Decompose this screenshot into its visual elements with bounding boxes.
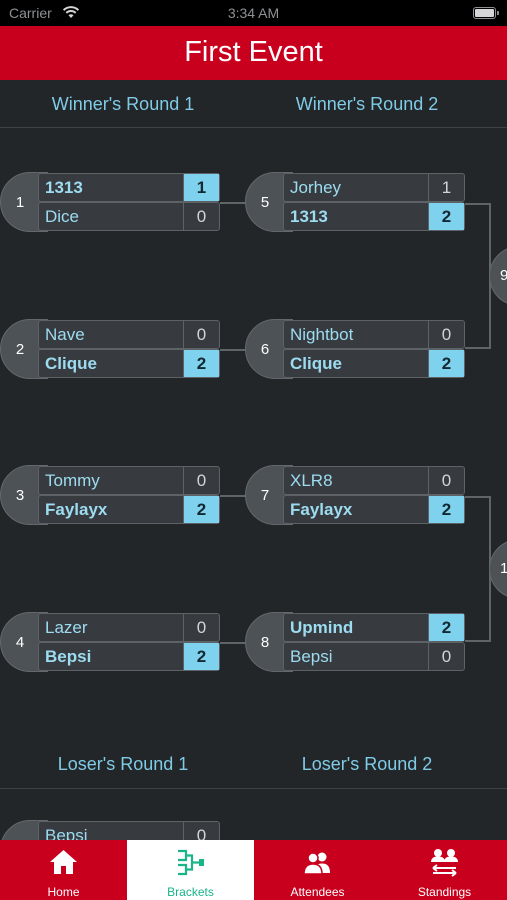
player-score: 2 <box>428 614 464 641</box>
home-icon <box>50 850 77 874</box>
player-name: Clique <box>45 354 97 373</box>
player-score: 2 <box>428 203 464 230</box>
bracket-connector <box>465 496 490 498</box>
bracket-connector <box>220 202 246 204</box>
attendees-icon <box>303 852 330 875</box>
bracket-match-partial[interactable]: 9 <box>489 246 507 306</box>
losers-round-2-header: Loser's Round 2 <box>301 754 433 774</box>
bracket-connector <box>220 495 246 497</box>
player-score: 1 <box>428 174 464 201</box>
match-slot-loser[interactable]: Lazer 0 <box>38 613 220 642</box>
brackets-icon <box>178 849 204 876</box>
bracket-match[interactable]: 1 1313 1 Dice 0 <box>0 172 220 232</box>
player-name: Bepsi <box>45 647 92 666</box>
player-name: Faylayx <box>45 500 108 519</box>
tab-label: Standings <box>417 885 472 899</box>
bracket-connector <box>220 349 246 351</box>
bracket-match[interactable]: 4 Lazer 0 Bepsi 2 <box>0 612 220 672</box>
player-score: 0 <box>428 643 464 670</box>
match-slot-winner[interactable]: Clique 2 <box>283 349 465 378</box>
match-slot-loser[interactable]: Dice 0 <box>38 202 220 231</box>
player-name: Nightbot <box>290 325 354 344</box>
battery-icon <box>473 7 499 19</box>
title-bar: First Event <box>0 26 507 80</box>
player-score: 0 <box>428 321 464 348</box>
match-slot-loser[interactable]: Bepsi 0 <box>283 642 465 671</box>
page-title: First Event <box>184 36 323 68</box>
match-slot-loser[interactable]: Jorhey 1 <box>283 173 465 202</box>
player-score: 1 <box>183 174 219 201</box>
player-name: XLR8 <box>290 471 333 490</box>
status-time: 3:34 AM <box>227 5 280 21</box>
header-divider <box>0 127 507 128</box>
match-number: 9 <box>500 267 507 284</box>
bracket-match-partial[interactable]: 1 <box>489 539 507 599</box>
bracket-connector <box>220 642 246 644</box>
player-name: Jorhey <box>290 178 342 197</box>
player-name: Faylayx <box>290 500 353 519</box>
winners-round-1-header: Winner's Round 1 <box>51 94 195 114</box>
bracket-connector <box>465 640 490 642</box>
bracket-match[interactable]: 6 Nightbot 0 Clique 2 <box>245 319 465 379</box>
match-slot-winner[interactable]: Clique 2 <box>38 349 220 378</box>
bracket-match[interactable]: 5 Jorhey 1 1313 2 <box>245 172 465 232</box>
tab-label: Attendees <box>290 885 345 899</box>
tab-brackets[interactable]: Brackets <box>127 840 254 900</box>
player-score: 0 <box>183 203 219 230</box>
match-slot-loser[interactable]: XLR8 0 <box>283 466 465 495</box>
player-score: 2 <box>183 496 219 523</box>
player-name: Upmind <box>290 618 354 637</box>
bracket-match[interactable]: 2 Nave 0 Clique 2 <box>0 319 220 379</box>
tab-label: Brackets <box>167 885 214 899</box>
player-score: 2 <box>183 350 219 377</box>
tab-label: Home <box>47 885 80 899</box>
player-score: 2 <box>183 643 219 670</box>
player-score: 0 <box>428 467 464 494</box>
player-score: 0 <box>183 321 219 348</box>
bracket-connector <box>465 203 490 205</box>
player-name: Bepsi <box>290 647 333 666</box>
tab-home[interactable]: Home <box>0 840 127 900</box>
tab-standings[interactable]: Standings <box>381 840 507 900</box>
match-slot-winner[interactable]: 1313 1 <box>38 173 220 202</box>
player-score: 2 <box>428 350 464 377</box>
match-slot-loser[interactable]: Nightbot 0 <box>283 320 465 349</box>
player-name: Dice <box>45 207 80 226</box>
player-score: 0 <box>183 614 219 641</box>
match-slot-loser[interactable]: Nave 0 <box>38 320 220 349</box>
player-name: Tommy <box>45 471 100 490</box>
player-name: 1313 <box>290 207 328 226</box>
bracket-match[interactable]: 8 Upmind 2 Bepsi 0 <box>245 612 465 672</box>
match-number: 1 <box>500 560 507 577</box>
header-divider <box>0 788 507 789</box>
match-slot-winner[interactable]: 1313 2 <box>283 202 465 231</box>
player-name: Clique <box>290 354 342 373</box>
bracket-match[interactable]: 7 XLR8 0 Faylayx 2 <box>245 465 465 525</box>
player-name: 1313 <box>45 178 83 197</box>
bracket-match[interactable]: 3 Tommy 0 Faylayx 2 <box>0 465 220 525</box>
player-name: Nave <box>45 325 85 344</box>
player-score: 2 <box>428 496 464 523</box>
match-slot-winner[interactable]: Faylayx 2 <box>38 495 220 524</box>
tab-bar: Home Brackets Attendees Standings <box>0 840 507 900</box>
standings-icon <box>431 849 458 877</box>
match-slot-winner[interactable]: Faylayx 2 <box>283 495 465 524</box>
bracket-connector <box>465 347 490 349</box>
match-slot-loser[interactable]: Tommy 0 <box>38 466 220 495</box>
player-score: 0 <box>183 467 219 494</box>
match-slot-winner[interactable]: Bepsi 2 <box>38 642 220 671</box>
player-name: Lazer <box>45 618 88 637</box>
status-bar: Carrier 3:34 AM <box>0 0 507 26</box>
winners-round-2-header: Winner's Round 2 <box>295 94 439 114</box>
losers-round-1-header: Loser's Round 1 <box>57 754 189 774</box>
tab-attendees[interactable]: Attendees <box>254 840 381 900</box>
match-slot-winner[interactable]: Upmind 2 <box>283 613 465 642</box>
